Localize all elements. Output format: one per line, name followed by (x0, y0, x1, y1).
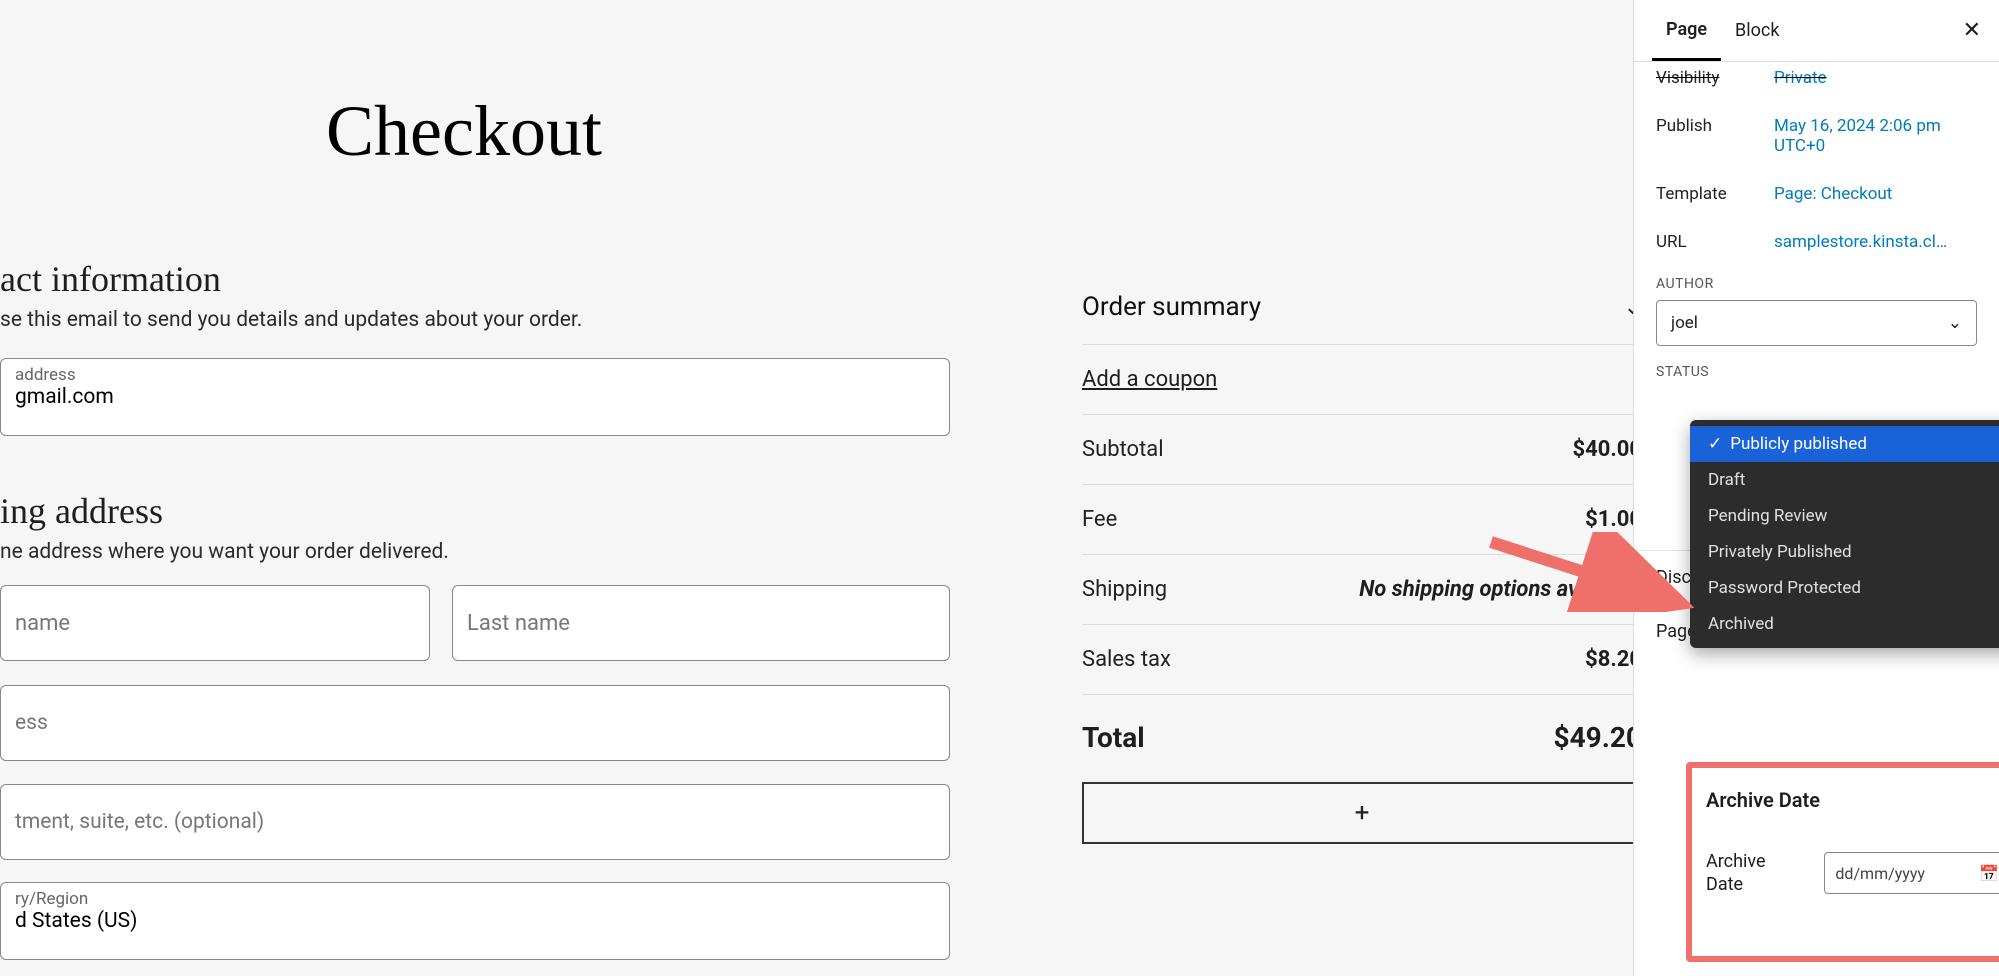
url-label: URL (1656, 232, 1774, 252)
archive-date-title: Archive Date (1706, 788, 1820, 812)
address2-field[interactable]: tment, suite, etc. (optional) (0, 784, 950, 860)
editor-canvas: Checkout act information se this email t… (0, 0, 1680, 976)
last-name-field[interactable]: Last name (452, 585, 950, 661)
plus-icon: + (1355, 798, 1370, 828)
total-value: $49.20 (1554, 721, 1642, 754)
last-name-placeholder: Last name (467, 611, 570, 636)
address-field[interactable]: ess (0, 685, 950, 761)
author-section-label: AUTHOR (1656, 276, 1977, 292)
sidebar-tabs: Page Block ✕ (1634, 0, 1999, 62)
status-option-draft[interactable]: Draft (1690, 462, 1999, 498)
country-field[interactable]: ry/Region d States (US) (0, 882, 950, 960)
status-option-archived[interactable]: Archived (1690, 606, 1999, 642)
summary-label: Sales tax (1082, 647, 1171, 672)
summary-row-subtotal: Subtotal $40.00 (1082, 415, 1642, 485)
url-row[interactable]: URL samplestore.kinsta.cl… (1656, 218, 1977, 266)
archive-date-placeholder: dd/mm/yyyy (1835, 864, 1925, 883)
template-label: Template (1656, 184, 1774, 204)
url-value: samplestore.kinsta.cl… (1774, 232, 1977, 252)
summary-label: Subtotal (1082, 437, 1164, 462)
contact-subtext: se this email to send you details and up… (0, 308, 582, 332)
status-section-label: STATUS (1656, 364, 1977, 380)
address2-placeholder: tment, suite, etc. (optional) (15, 810, 264, 834)
summary-row-total: Total $49.20 (1082, 695, 1642, 780)
add-block-button[interactable]: + (1082, 782, 1642, 844)
page-panel: Visibility Private Publish May 16, 2024 … (1634, 62, 1999, 380)
publish-row[interactable]: Publish May 16, 2024 2:06 pm UTC+0 (1656, 102, 1977, 170)
archive-date-panel: Archive Date ▴ Archive Date dd/mm/yyyy 📅 (1686, 762, 1999, 962)
author-value: joel (1671, 313, 1698, 333)
page-title: Checkout (326, 90, 602, 173)
author-select[interactable]: joel ⌄ (1656, 300, 1977, 346)
check-icon: ✓ (1708, 434, 1722, 454)
summary-label: Shipping (1082, 577, 1167, 602)
publish-label: Publish (1656, 116, 1774, 156)
summary-value: No shipping options available (1359, 577, 1642, 602)
status-option-label: Publicly published (1730, 434, 1867, 454)
template-value: Page: Checkout (1774, 184, 1977, 204)
first-name-placeholder: name (15, 611, 70, 636)
order-summary-title: Order summary (1082, 292, 1261, 322)
visibility-label: Visibility (1656, 68, 1774, 88)
summary-label: Fee (1082, 507, 1117, 532)
status-option-privately-published[interactable]: Privately Published (1690, 534, 1999, 570)
summary-value: $40.00 (1573, 437, 1643, 462)
first-name-field[interactable]: name (0, 585, 430, 661)
calendar-icon: 📅 (1979, 864, 1999, 883)
archive-date-header[interactable]: Archive Date ▴ (1692, 768, 1999, 820)
status-option-pending-review[interactable]: Pending Review (1690, 498, 1999, 534)
status-option-password-protected[interactable]: Password Protected (1690, 570, 1999, 606)
country-label: ry/Region (15, 889, 935, 909)
total-label: Total (1082, 721, 1145, 754)
visibility-row[interactable]: Visibility Private (1656, 62, 1977, 102)
order-summary: Order summary ⌄ Add a coupon Subtotal $4… (1082, 270, 1642, 844)
email-value: gmail.com (15, 385, 935, 409)
tab-block[interactable]: Block (1721, 0, 1793, 61)
status-option-publicly-published[interactable]: ✓ Publicly published (1690, 426, 1999, 462)
archive-date-label: Archive Date (1706, 850, 1804, 897)
publish-value: May 16, 2024 2:06 pm UTC+0 (1774, 116, 1977, 156)
template-row[interactable]: Template Page: Checkout (1656, 170, 1977, 218)
add-coupon-link[interactable]: Add a coupon (1082, 367, 1217, 392)
status-dropdown: ✓ Publicly published Draft Pending Review… (1690, 420, 1999, 648)
email-label: address (15, 365, 935, 385)
shipping-heading: ing address (0, 490, 163, 532)
tab-page[interactable]: Page (1652, 0, 1721, 61)
archive-date-input[interactable]: dd/mm/yyyy 📅 (1824, 852, 1999, 894)
summary-row-tax: Sales tax $8.20 (1082, 625, 1642, 695)
visibility-value: Private (1774, 68, 1977, 88)
country-value: d States (US) (15, 909, 935, 933)
summary-row-shipping: Shipping No shipping options available (1082, 555, 1642, 625)
chevron-down-icon: ⌄ (1948, 313, 1962, 333)
order-summary-header[interactable]: Order summary ⌄ (1082, 270, 1642, 345)
address-placeholder: ess (15, 711, 48, 735)
contact-heading: act information (0, 258, 221, 300)
close-icon[interactable]: ✕ (1963, 18, 1981, 43)
shipping-subtext: ne address where you want your order del… (0, 540, 449, 564)
email-field[interactable]: address gmail.com (0, 358, 950, 436)
summary-row-fee: Fee $1.00 (1082, 485, 1642, 555)
